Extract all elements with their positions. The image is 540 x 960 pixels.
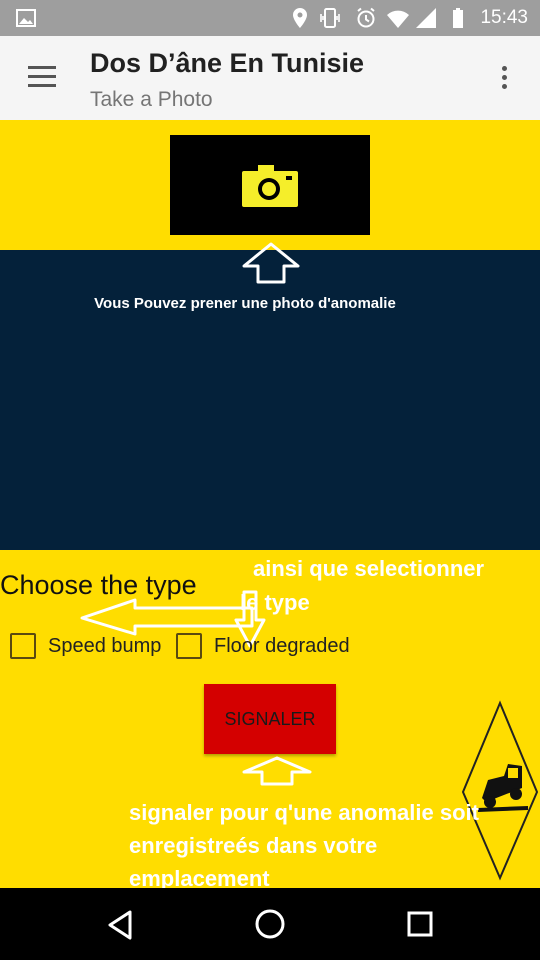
camera-icon (242, 165, 298, 207)
home-icon[interactable] (254, 908, 286, 940)
speed-bump-label: Speed bump (48, 634, 162, 657)
vibrate-icon (320, 8, 340, 28)
more-options-icon[interactable] (502, 66, 510, 92)
floor-degraded-option[interactable]: Floor degraded (176, 630, 350, 662)
photo-hint: Vous Pouvez prener une photo d'anomalie (94, 295, 396, 312)
app-subtitle: Take a Photo (90, 88, 213, 111)
signaler-button[interactable]: SIGNALER (204, 684, 336, 754)
speed-bump-checkbox[interactable] (10, 633, 36, 659)
signal-icon (416, 8, 436, 28)
alarm-icon (357, 7, 375, 28)
floor-degraded-checkbox[interactable] (176, 633, 202, 659)
location-icon (293, 8, 307, 28)
battery-icon (453, 8, 463, 28)
back-icon[interactable] (106, 910, 134, 940)
bump-warning-sign-icon (461, 700, 539, 881)
type-hint-line1: ainsi que selectionner (253, 556, 485, 581)
speed-bump-option[interactable]: Speed bump (10, 630, 161, 662)
signal-hint-line1: signaler pour q'une anomalie soit (129, 800, 479, 825)
take-photo-button[interactable] (170, 135, 370, 235)
status-time: 15:43 (480, 7, 528, 28)
hamburger-menu-icon[interactable] (28, 66, 56, 88)
arrow-up-annotation-2 (242, 756, 312, 786)
signal-hint-line2: enregistreés dans votre (129, 833, 378, 858)
app-title: Dos D’âne En Tunisie (90, 48, 365, 78)
status-bar: 15:43 (0, 0, 540, 36)
app-bar: Dos D’âne En Tunisie Take a Photo (0, 36, 540, 120)
arrow-up-annotation (242, 242, 300, 284)
navigation-bar (0, 888, 540, 960)
floor-degraded-label: Floor degraded (214, 634, 350, 657)
recents-icon[interactable] (406, 910, 434, 938)
gallery-icon (16, 9, 36, 27)
wifi-icon (387, 10, 409, 28)
